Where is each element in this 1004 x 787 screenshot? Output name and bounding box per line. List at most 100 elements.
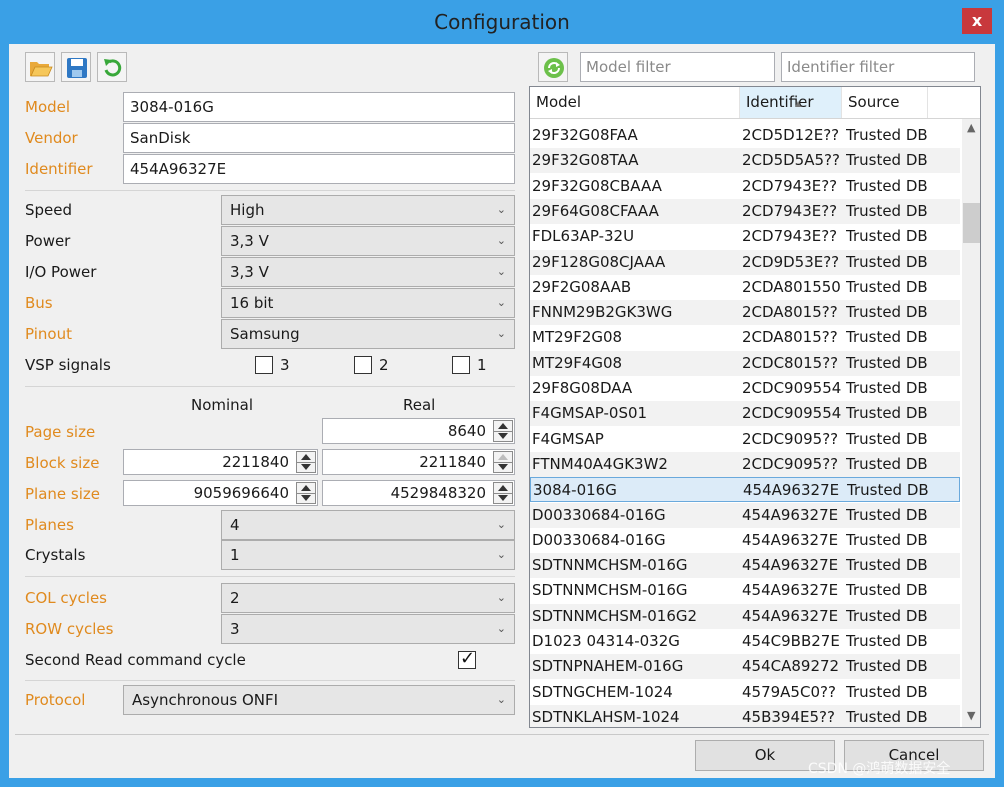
vendor-field[interactable]: SanDisk xyxy=(123,123,515,153)
io-power-select[interactable]: 3,3 V ⌄ xyxy=(221,257,515,287)
table-row[interactable]: FTNM40A4GK3W2 2CDC9095?? Trusted DB xyxy=(530,451,960,477)
pinout-select[interactable]: Samsung ⌄ xyxy=(221,319,515,349)
second-read-checkbox[interactable] xyxy=(458,648,476,669)
model-filter-input[interactable]: Model filter xyxy=(580,52,775,82)
block-size-nominal-stepper[interactable] xyxy=(296,451,316,473)
power-select[interactable]: 3,3 V ⌄ xyxy=(221,226,515,256)
cell-source: Trusted DB xyxy=(847,481,929,500)
plane-size-nominal-input[interactable]: 9059696640 xyxy=(123,480,318,506)
row-cycles-select[interactable]: 3 ⌄ xyxy=(221,614,515,644)
plane-size-nominal-stepper[interactable] xyxy=(296,482,316,504)
table-row[interactable]: 29F32G08CBAAA 2CD7943E?? Trusted DB xyxy=(530,174,960,199)
cell-identifier: 2CDA8015?? xyxy=(742,328,838,347)
chevron-down-icon: ⌄ xyxy=(496,203,506,216)
block-size-nominal-input[interactable]: 2211840 xyxy=(123,449,318,475)
scrollbar-thumb[interactable] xyxy=(963,203,980,243)
col-cycles-label: COL cycles xyxy=(25,589,107,607)
table-row[interactable]: 29F8G08DAA 2CDC909554 Trusted DB xyxy=(530,376,960,401)
reload-button[interactable] xyxy=(97,52,127,82)
separator xyxy=(25,386,515,387)
protocol-value: Asynchronous ONFI xyxy=(132,691,279,709)
table-row[interactable]: FNNM29B2GK3WG 2CDA8015?? Trusted DB xyxy=(530,300,960,326)
cell-source: Trusted DB xyxy=(846,632,928,650)
table-row[interactable]: D1023 04314-032G 454C9BB27E Trusted DB xyxy=(530,629,960,654)
table-row[interactable]: SDTNNMCHSM-016G 454A96327E Trusted DB xyxy=(530,553,960,579)
model-field[interactable]: 3084-016G xyxy=(123,92,515,122)
table-row[interactable]: D00330684-016G 454A96327E Trusted DB xyxy=(530,528,960,553)
table-row[interactable]: 29F128G08CJAAA 2CD9D53E?? Trusted DB xyxy=(530,249,960,275)
table-row[interactable]: SDTNGCHEM-1024 4579A5C0?? Trusted DB xyxy=(530,680,960,705)
page-size-label: Page size xyxy=(25,423,96,441)
chevron-down-icon: ⌄ xyxy=(496,693,506,706)
crystals-label: Crystals xyxy=(25,546,86,564)
table-row[interactable]: F4GMSAP 2CDC9095?? Trusted DB xyxy=(530,427,960,452)
col-cycles-select[interactable]: 2 ⌄ xyxy=(221,583,515,613)
scroll-down-icon[interactable]: ▼ xyxy=(967,709,975,722)
cell-model: F4GMSAP xyxy=(532,429,604,448)
table-row[interactable]: D00330684-016G 454A96327E Trusted DB xyxy=(530,502,960,528)
cell-identifier: 454CA89272 xyxy=(742,657,840,676)
cell-model: 29F32G08FAA xyxy=(532,126,638,144)
crystals-select[interactable]: 1 ⌄ xyxy=(221,540,515,570)
protocol-select[interactable]: Asynchronous ONFI ⌄ xyxy=(123,685,515,715)
identifier-filter-input[interactable]: Identifier filter xyxy=(781,52,975,82)
chevron-down-icon: ⌄ xyxy=(496,265,506,278)
model-table: Model Identifier ▲ Source 29F32G08FAA 2CD5… xyxy=(529,86,981,728)
column-header-model[interactable]: Model xyxy=(530,87,740,118)
table-row[interactable]: 29F64G08CFAAA 2CD7943E?? Trusted DB xyxy=(530,198,960,224)
close-button[interactable]: x xyxy=(962,8,992,34)
page-size-real-stepper[interactable] xyxy=(493,420,513,442)
cell-model: D00330684-016G xyxy=(532,505,666,524)
column-header-identifier[interactable]: Identifier ▲ xyxy=(740,87,842,118)
cell-source: Trusted DB xyxy=(846,353,928,372)
vsp-1-checkbox[interactable] xyxy=(452,356,470,374)
cell-model: SDTNNMCHSM-016G xyxy=(532,556,688,575)
cell-identifier: 2CDA8015?? xyxy=(742,303,838,322)
cell-identifier: 2CD7943E?? xyxy=(742,227,838,246)
cell-identifier: 454A96327E xyxy=(742,530,839,549)
table-row[interactable]: 3084-016G 454A96327E Trusted DB xyxy=(530,477,960,503)
vertical-scrollbar[interactable]: ▲ ▼ xyxy=(962,119,980,727)
cell-identifier: 2CDC909554 xyxy=(742,379,842,397)
identifier-field[interactable]: 454A96327E xyxy=(123,154,515,184)
table-row[interactable]: 29F32G08FAA 2CD5D12E?? Trusted DB xyxy=(530,123,960,148)
plane-size-real-stepper[interactable] xyxy=(493,482,513,504)
table-row[interactable]: 29F32G08TAA 2CD5D5A5?? Trusted DB xyxy=(530,148,960,174)
chevron-down-icon: ⌄ xyxy=(496,296,506,309)
table-row[interactable]: 29F2G08AAB 2CDA801550 Trusted DB xyxy=(530,275,960,300)
table-row[interactable]: SDTNNMCHSM-016G2 454A96327E Trusted DB xyxy=(530,603,960,629)
cell-model: D00330684-016G xyxy=(532,530,666,549)
bus-select[interactable]: 16 bit ⌄ xyxy=(221,288,515,318)
vsp-3-checkbox[interactable] xyxy=(255,356,273,374)
power-label: Power xyxy=(25,232,71,250)
table-row[interactable]: MT29F4G08 2CDC8015?? Trusted DB xyxy=(530,350,960,376)
cell-model: MT29F2G08 xyxy=(532,328,623,347)
vsp-2-checkbox[interactable] xyxy=(354,356,372,374)
block-size-real-input[interactable]: 2211840 xyxy=(322,449,515,475)
refresh-button[interactable] xyxy=(538,52,568,82)
plane-size-real-input[interactable]: 4529848320 xyxy=(322,480,515,506)
save-button[interactable] xyxy=(61,52,91,82)
table-row[interactable]: SDTNKLAHSM-1024 45B394E5?? Trusted DB xyxy=(530,704,960,727)
open-button[interactable] xyxy=(25,52,55,82)
table-row[interactable]: MT29F2G08 2CDA8015?? Trusted DB xyxy=(530,325,960,350)
table-row[interactable]: F4GMSAP-0S01 2CDC909554 Trusted DB xyxy=(530,401,960,427)
bus-value: 16 bit xyxy=(230,294,274,312)
cell-source: Trusted DB xyxy=(846,657,928,676)
page-size-real-input[interactable]: 8640 xyxy=(322,418,515,444)
speed-select[interactable]: High ⌄ xyxy=(221,195,515,225)
scroll-up-icon[interactable]: ▲ xyxy=(967,121,975,134)
title-bar: Configuration x xyxy=(0,0,1004,44)
table-row[interactable]: SDTNPNAHEM-016G 454CA89272 Trusted DB xyxy=(530,654,960,680)
cell-model: FNNM29B2GK3WG xyxy=(532,303,673,322)
cell-model: FDL63AP-32U xyxy=(532,227,635,246)
block-size-real-stepper[interactable] xyxy=(493,451,513,473)
table-row[interactable]: SDTNNMCHSM-016G 454A96327E Trusted DB xyxy=(530,578,960,603)
column-header-source[interactable]: Source xyxy=(842,87,928,118)
nominal-header: Nominal xyxy=(191,396,254,414)
cell-source: Trusted DB xyxy=(846,277,928,296)
vsp-signals-label: VSP signals xyxy=(25,356,111,374)
table-row[interactable]: FDL63AP-32U 2CD7943E?? Trusted DB xyxy=(530,224,960,249)
second-read-label: Second Read command cycle xyxy=(25,651,246,669)
planes-select[interactable]: 4 ⌄ xyxy=(221,510,515,540)
